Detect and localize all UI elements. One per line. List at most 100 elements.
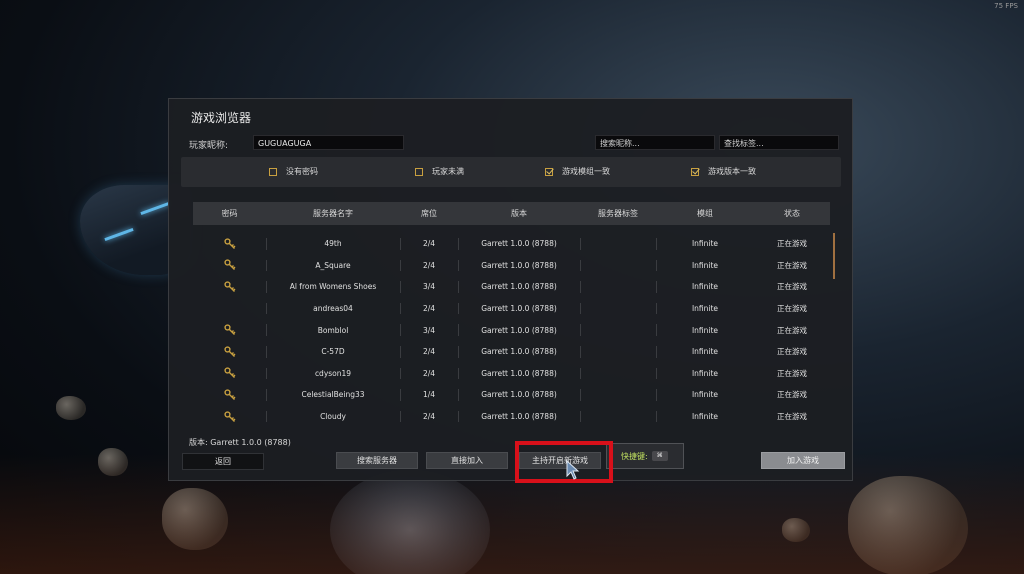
search-tag-input[interactable]: 查找标签... xyxy=(719,135,839,150)
filter-no-password[interactable]: 没有密码 xyxy=(269,166,318,177)
version-cell: Garrett 1.0.0 (8788) xyxy=(458,298,580,320)
server-name-cell: 49th xyxy=(266,233,400,255)
tags-cell xyxy=(580,276,656,298)
table-row[interactable]: cdyson19 2/4 Garrett 1.0.0 (8788) Infinite 正… xyxy=(193,363,830,385)
password-cell xyxy=(193,384,266,406)
password-cell xyxy=(193,255,266,277)
server-name-cell: cdyson19 xyxy=(266,363,400,385)
search-server-button[interactable]: 搜索服务器 xyxy=(336,452,418,469)
server-table-header: 密码 服务器名字 席位 版本 服务器标签 模组 状态 xyxy=(193,202,830,225)
key-icon xyxy=(223,389,236,401)
filter-version-match[interactable]: 游戏版本一致 xyxy=(691,166,756,177)
table-row[interactable]: 49th 2/4 Garrett 1.0.0 (8788) Infinite 正在游戏 xyxy=(193,233,830,255)
asteroid-decoration xyxy=(56,396,86,420)
version-cell: Garrett 1.0.0 (8788) xyxy=(458,341,580,363)
version-cell: Garrett 1.0.0 (8788) xyxy=(458,363,580,385)
server-table-body: 49th 2/4 Garrett 1.0.0 (8788) Infinite 正在游戏 A… xyxy=(193,233,830,427)
column-header-mod[interactable]: 模组 xyxy=(656,208,754,219)
version-cell: Garrett 1.0.0 (8788) xyxy=(458,233,580,255)
fps-counter: 75 FPS xyxy=(994,2,1018,10)
server-name-cell: CelestialBeing33 xyxy=(266,384,400,406)
table-row[interactable]: Al from Womens Shoes 3/4 Garrett 1.0.0 (87… xyxy=(193,276,830,298)
seats-cell: 2/4 xyxy=(400,233,458,255)
table-row[interactable]: CelestialBeing33 1/4 Garrett 1.0.0 (8788) I… xyxy=(193,384,830,406)
filter-label: 游戏模组一致 xyxy=(562,167,610,176)
password-cell xyxy=(193,298,266,320)
join-game-button[interactable]: 加入游戏 xyxy=(761,452,845,469)
table-row[interactable]: C-57D 2/4 Garrett 1.0.0 (8788) Infinite 正在游戏 xyxy=(193,341,830,363)
seats-cell: 2/4 xyxy=(400,298,458,320)
seats-cell: 1/4 xyxy=(400,384,458,406)
column-header-name[interactable]: 服务器名字 xyxy=(266,208,400,219)
table-scrollbar[interactable] xyxy=(833,233,835,279)
key-icon xyxy=(223,410,236,423)
version-cell: Garrett 1.0.0 (8788) xyxy=(458,255,580,277)
server-name-cell: Al from Womens Shoes xyxy=(266,276,400,298)
checkbox-icon[interactable] xyxy=(415,167,423,176)
tags-cell xyxy=(580,341,656,363)
server-name-cell: andreas04 xyxy=(266,298,400,320)
mod-cell: Infinite xyxy=(656,233,754,255)
checkbox-checked-icon[interactable] xyxy=(691,167,699,176)
mod-cell: Infinite xyxy=(656,255,754,277)
nickname-input[interactable]: GUGUAGUGA xyxy=(253,135,404,150)
tags-cell xyxy=(580,363,656,385)
checkbox-icon[interactable] xyxy=(269,167,277,176)
checkbox-checked-icon[interactable] xyxy=(545,167,553,176)
mod-cell: Infinite xyxy=(656,319,754,341)
filter-label: 没有密码 xyxy=(286,167,318,176)
status-cell: 正在游戏 xyxy=(777,390,807,400)
mouse-cursor-icon xyxy=(566,460,580,480)
hotkey-label: 快捷键: xyxy=(621,451,648,461)
seats-cell: 2/4 xyxy=(400,406,458,427)
filter-bar: 没有密码 玩家未满 游戏模组一致 游戏版本一致 xyxy=(181,157,841,187)
filter-label: 游戏版本一致 xyxy=(708,167,756,176)
status-cell: 正在游戏 xyxy=(777,368,807,378)
column-header-seats[interactable]: 席位 xyxy=(400,208,458,219)
panel-title: 游戏浏览器 xyxy=(191,111,252,125)
hotkey-hint: 快捷键: ⌘ xyxy=(606,443,684,469)
game-browser-panel: 游戏浏览器 玩家昵称: GUGUAGUGA 搜索昵称... 查找标签... 没有… xyxy=(168,98,853,481)
column-header-tags[interactable]: 服务器标签 xyxy=(580,208,656,219)
status-cell: 正在游戏 xyxy=(777,347,807,357)
filter-label: 玩家未满 xyxy=(432,167,464,176)
column-header-version[interactable]: 版本 xyxy=(458,208,580,219)
status-cell: 正在游戏 xyxy=(777,325,807,335)
back-button[interactable]: 返回 xyxy=(182,453,264,470)
server-name-cell: Bomblol xyxy=(266,319,400,341)
column-header-status[interactable]: 状态 xyxy=(754,208,830,219)
filter-mod-match[interactable]: 游戏模组一致 xyxy=(545,166,610,177)
seats-cell: 2/4 xyxy=(400,363,458,385)
table-row[interactable]: Bomblol 3/4 Garrett 1.0.0 (8788) Infinite 正在… xyxy=(193,319,830,341)
table-row[interactable]: A_Square 2/4 Garrett 1.0.0 (8788) Infinite 正… xyxy=(193,255,830,277)
server-name-cell: C-57D xyxy=(266,341,400,363)
server-name-cell: A_Square xyxy=(266,255,400,277)
column-header-password[interactable]: 密码 xyxy=(193,208,266,219)
direct-join-button[interactable]: 直接加入 xyxy=(426,452,508,469)
status-cell: 正在游戏 xyxy=(777,304,807,314)
search-nickname-input[interactable]: 搜索昵称... xyxy=(595,135,715,150)
version-cell: Garrett 1.0.0 (8788) xyxy=(458,384,580,406)
key-icon xyxy=(223,346,236,358)
mod-cell: Infinite xyxy=(656,363,754,385)
key-icon xyxy=(223,367,236,379)
mod-cell: Infinite xyxy=(656,341,754,363)
password-cell xyxy=(193,406,266,427)
status-cell: 正在游戏 xyxy=(777,282,807,292)
status-cell: 正在游戏 xyxy=(777,239,807,249)
table-row[interactable]: Cloudy 2/4 Garrett 1.0.0 (8788) Infinite 正在游… xyxy=(193,406,830,427)
highlight-box xyxy=(515,441,613,483)
table-row[interactable]: andreas04 2/4 Garrett 1.0.0 (8788) Infinite… xyxy=(193,298,830,320)
tags-cell xyxy=(580,298,656,320)
mod-cell: Infinite xyxy=(656,406,754,427)
version-cell: Garrett 1.0.0 (8788) xyxy=(458,319,580,341)
mod-cell: Infinite xyxy=(656,298,754,320)
filter-not-full[interactable]: 玩家未满 xyxy=(415,166,464,177)
tags-cell xyxy=(580,255,656,277)
tags-cell xyxy=(580,406,656,427)
password-cell xyxy=(193,341,266,363)
status-cell: 正在游戏 xyxy=(777,412,807,422)
key-icon xyxy=(223,259,236,271)
key-icon xyxy=(223,324,236,336)
seats-cell: 3/4 xyxy=(400,319,458,341)
